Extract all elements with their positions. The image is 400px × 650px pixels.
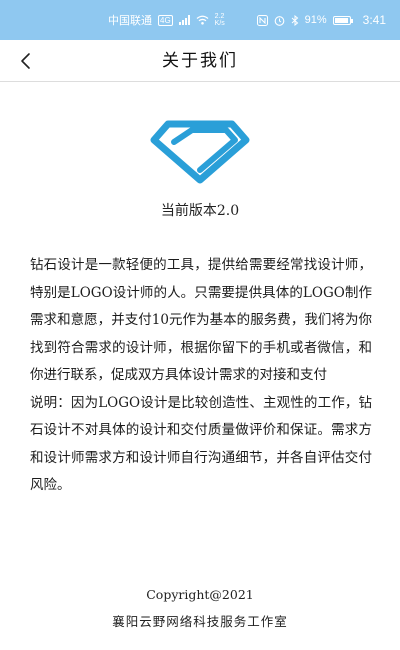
network-speed: 2.2 K/s	[214, 13, 225, 27]
title-bar: 关于我们	[0, 40, 400, 82]
network-label: 4G	[158, 14, 173, 26]
nfc-icon	[256, 14, 268, 26]
wifi-icon	[196, 15, 209, 25]
battery-icon	[332, 15, 353, 25]
about-content: 钻石设计是一款轻便的工具，提供给需要经常找设计师，特别是LOGO设计师的人。只需…	[30, 252, 372, 500]
carrier-label: 中国联通	[108, 15, 152, 27]
app-logo	[150, 112, 250, 184]
alarm-icon	[274, 15, 285, 26]
signal-icon	[178, 15, 190, 25]
status-bar: 中国联通 4G 2.2 K/s 91% 3:41	[0, 0, 400, 40]
version-label: 当前版本2.0	[160, 203, 240, 219]
battery-level-fill	[334, 17, 348, 23]
disclaimer-paragraph: 说明：因为LOGO设计是比较创造性、主观性的工作，钻石设计不对具体的设计和交付质…	[30, 394, 372, 494]
diamond-logo-icon	[150, 120, 250, 184]
description-paragraph: 钻石设计是一款轻便的工具，提供给需要经常找设计师，特别是LOGO设计师的人。只需…	[30, 257, 372, 383]
company-name: 襄阳云野网络科技服务工作室	[112, 614, 288, 629]
clock: 3:41	[362, 13, 386, 27]
copyright-label: Copyright@2021	[146, 587, 254, 602]
bluetooth-icon	[291, 14, 299, 26]
battery-percent: 91%	[304, 14, 327, 26]
status-right: 91% 3:41	[256, 13, 386, 27]
page-title: 关于我们	[162, 51, 238, 71]
status-left: 中国联通 4G 2.2 K/s	[108, 12, 231, 28]
